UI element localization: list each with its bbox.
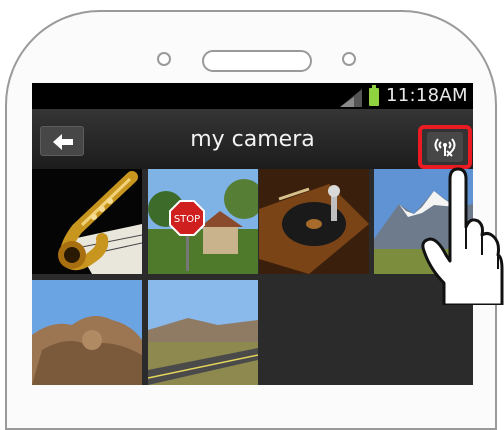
- speaker-icon: [202, 50, 312, 72]
- battery-icon: [369, 85, 379, 106]
- page-title: my camera: [190, 127, 315, 152]
- thumbnail-rock[interactable]: [32, 280, 142, 385]
- thumbnail-saxophone[interactable]: [32, 169, 142, 274]
- app-bar: my camera: [32, 109, 473, 169]
- front-sensor-icon: [157, 52, 171, 66]
- stop-sign-photo: STOP: [148, 169, 258, 274]
- phonograph-photo: [259, 169, 369, 274]
- stop-sign-text: STOP: [174, 214, 200, 225]
- desert-road-photo: [148, 280, 258, 385]
- thumbnail-road[interactable]: [148, 280, 258, 385]
- signal-icon: [340, 89, 362, 107]
- remote-shooting-icon: [434, 138, 456, 157]
- front-camera-icon: [342, 52, 356, 66]
- photo-grid: STOP: [32, 169, 473, 385]
- saxophone-photo: [32, 169, 142, 274]
- remote-shooting-button[interactable]: [418, 125, 472, 169]
- phone-screen: 11:18AM my camera STOP: [32, 83, 473, 385]
- status-bar: 11:18AM: [32, 83, 473, 109]
- rock-formation-photo: [32, 280, 142, 385]
- status-time: 11:18AM: [386, 85, 468, 106]
- thumbnail-stop-sign[interactable]: STOP: [148, 169, 258, 274]
- thumbnail-phonograph[interactable]: [259, 169, 369, 274]
- pointing-hand-icon: [421, 167, 504, 305]
